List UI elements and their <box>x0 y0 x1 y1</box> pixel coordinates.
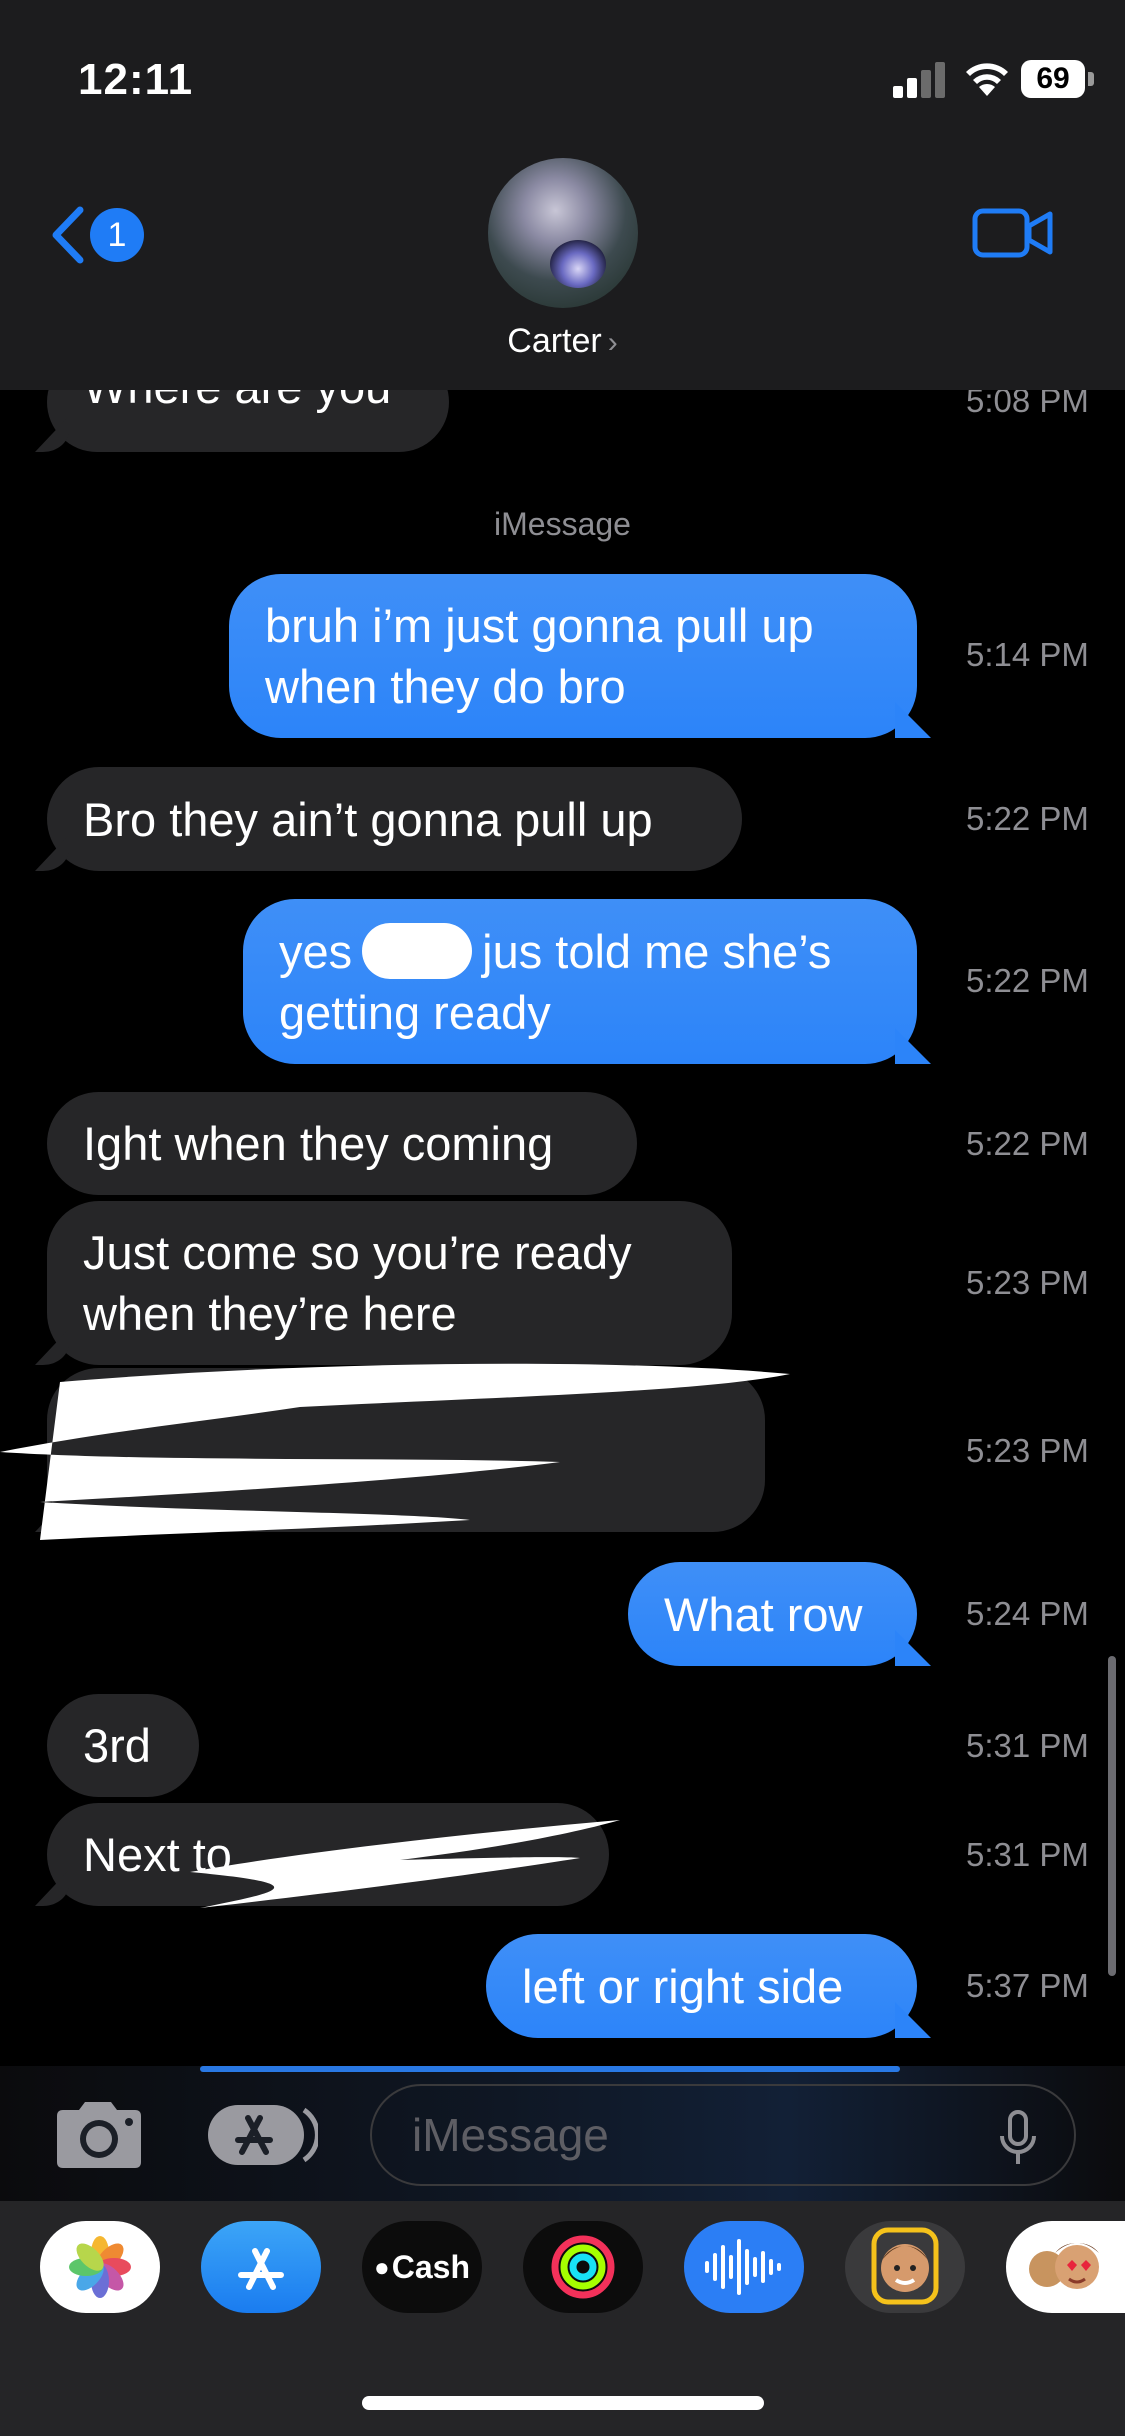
unread-count-badge: 1 <box>90 208 144 262</box>
camera-icon[interactable] <box>53 2100 145 2170</box>
wifi-icon <box>966 63 1008 96</box>
memoji-app-button[interactable] <box>845 2221 965 2313</box>
message-timestamp: 5:22 PM <box>966 962 1089 999</box>
battery-icon: 69 <box>1021 60 1085 98</box>
message-bubble-sent[interactable]: bruh i’m just gonna pull up when they do… <box>229 574 917 738</box>
app-store-button[interactable] <box>208 2102 320 2168</box>
message-text: Ight when they coming <box>83 1117 554 1170</box>
activity-app-button[interactable] <box>523 2221 643 2313</box>
home-indicator[interactable] <box>362 2396 764 2410</box>
chevron-left-icon <box>52 206 84 264</box>
contact-name[interactable]: Carter › <box>0 322 1125 361</box>
message-bubble-received[interactable]: Ight when they coming <box>47 1092 637 1195</box>
message-text-line: when they do bro <box>265 660 626 713</box>
apple-logo-icon: ● <box>374 2251 390 2282</box>
memoji-stickers-app-button[interactable] <box>1006 2221 1125 2313</box>
messages-screen: { "status_bar": { "time": "12:11", "batt… <box>0 0 1125 2436</box>
message-bubble-received[interactable]: Just come so you’re ready when they’re h… <box>47 1201 732 1365</box>
message-text-line: when they’re here <box>83 1287 457 1340</box>
redaction-scribble <box>362 923 473 979</box>
conversation-header: 12:11 69 1 Carter › <box>0 0 1125 390</box>
message-timestamp: 5:23 PM <box>966 1264 1089 1301</box>
message-bubble-sent[interactable]: What row <box>628 1562 917 1666</box>
battery-cap <box>1088 72 1094 86</box>
chevron-right-icon: › <box>607 326 618 359</box>
activity-rings-icon <box>551 2235 615 2299</box>
message-text-line: jus told me she’s <box>482 924 832 978</box>
app-store-app-button[interactable] <box>201 2221 321 2313</box>
contact-avatar[interactable] <box>488 158 638 308</box>
status-bar-time: 12:11 <box>78 55 194 104</box>
message-timestamp: 5:22 PM <box>966 800 1089 837</box>
message-text-line: getting ready <box>279 985 551 1039</box>
message-timestamp: 5:14 PM <box>966 636 1089 673</box>
memoji-face-icon <box>871 2227 939 2305</box>
service-label: iMessage <box>494 506 631 542</box>
redaction-scribble <box>180 1812 620 1912</box>
message-timestamp: 5:23 PM <box>966 1432 1089 1469</box>
app-store-icon <box>208 2105 320 2165</box>
video-call-icon[interactable] <box>972 206 1054 260</box>
photos-icon <box>69 2236 131 2298</box>
message-timestamp: 5:31 PM <box>966 1727 1089 1764</box>
message-input[interactable] <box>370 2084 1076 2186</box>
message-bubble-received[interactable]: Bro they ain’t gonna pull up <box>47 767 742 871</box>
redaction-scribble <box>0 1352 790 1542</box>
message-text: Bro they ain’t gonna pull up <box>83 792 653 846</box>
message-text-line: bruh i’m just gonna pull up <box>265 599 814 652</box>
message-timestamp: 5:22 PM <box>966 1125 1089 1162</box>
contact-name-label: Carter <box>507 322 602 360</box>
message-text: What row <box>664 1587 863 1641</box>
audio-message-app-button[interactable] <box>684 2221 804 2313</box>
photos-app-button[interactable] <box>40 2221 160 2313</box>
audio-waveform-icon <box>705 2239 781 2295</box>
memoji-stickers-icon <box>1028 2243 1099 2289</box>
message-text: left or right side <box>522 1959 844 2013</box>
app-store-icon <box>238 2248 284 2290</box>
message-text: 3rd <box>83 1719 151 1772</box>
apple-cash-app-button[interactable]: ● Cash <box>362 2221 482 2313</box>
message-timestamp: 5:31 PM <box>966 1836 1089 1873</box>
message-bubble-received[interactable]: 3rd <box>47 1694 199 1797</box>
message-timestamp: 5:24 PM <box>966 1595 1089 1632</box>
composer-bar <box>0 2066 1125 2201</box>
cellular-signal-icon <box>893 62 945 98</box>
message-text-line: Just come so you’re ready <box>83 1226 632 1279</box>
message-bubble-sent[interactable]: left or right side <box>486 1934 917 2038</box>
cash-label: Cash <box>391 2248 470 2285</box>
message-bubble-sent[interactable]: yes jus told me she’s getting ready <box>243 899 917 1064</box>
message-timestamp: 5:37 PM <box>966 1967 1089 2004</box>
message-text-line: yes <box>279 924 353 978</box>
back-button[interactable]: 1 <box>46 204 156 264</box>
scroll-indicator[interactable] <box>1108 1656 1116 1976</box>
microphone-icon[interactable] <box>998 2110 1038 2168</box>
